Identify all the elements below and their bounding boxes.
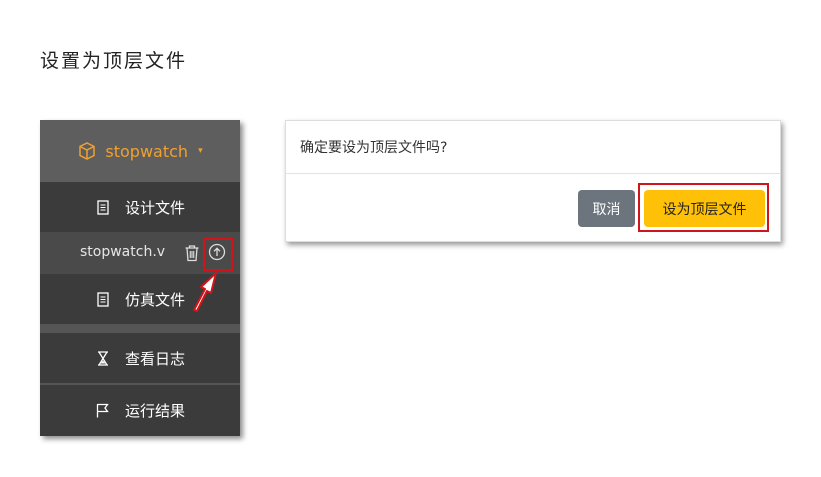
sidebar-item-label: 查看日志 [124,349,185,368]
sidebar-item-label: 运行结果 [124,401,185,420]
project-selector[interactable]: stopwatch ▾ [40,120,240,182]
document-icon [95,291,111,307]
pointer-arrow-icon [193,272,217,312]
flag-icon [95,402,111,418]
file-name: stopwatch.v [80,244,166,260]
sidebar-item-label: 仿真文件 [124,290,185,309]
dialog-message: 确定要设为顶层文件吗? [300,140,448,156]
box-icon [79,142,96,160]
sidebar-item-design-files[interactable]: 设计文件 [40,182,240,232]
divider [40,324,240,333]
page-title: 设置为顶层文件 [40,50,188,72]
document-icon [95,199,111,215]
sidebar-item-label: 设计文件 [124,198,185,217]
project-name: stopwatch [105,141,189,161]
highlight-box [203,238,233,271]
trash-icon[interactable] [184,244,200,262]
sidebar-item-view-logs[interactable]: 查看日志 [40,333,240,383]
highlight-box [638,183,769,232]
chevron-down-icon: ▾ [198,146,203,156]
hourglass-icon [95,350,111,366]
cancel-button[interactable]: 取消 [578,190,635,227]
divider [286,173,780,174]
sidebar-item-run-results[interactable]: 运行结果 [40,385,240,435]
